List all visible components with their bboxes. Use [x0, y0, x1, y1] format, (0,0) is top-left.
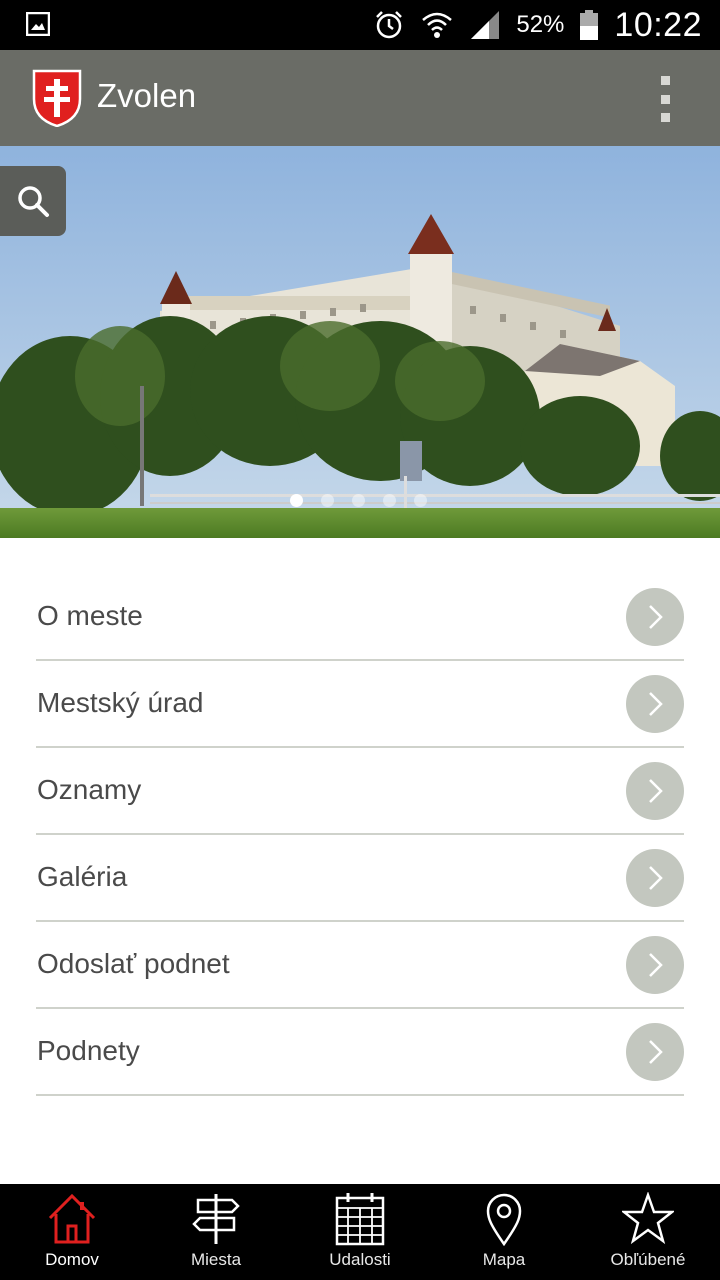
carousel-dot[interactable] [352, 494, 365, 507]
wifi-icon [420, 8, 454, 42]
chevron-right-icon[interactable] [626, 936, 684, 994]
image-notification-icon [26, 12, 50, 36]
app-bar: Zvolen [0, 50, 720, 146]
menu-item-podnety[interactable]: Podnety [36, 1009, 684, 1096]
main-menu-list: O meste Mestský úrad Oznamy Galéria Odos… [36, 574, 684, 1096]
menu-item-o-meste[interactable]: O meste [36, 574, 684, 661]
castle-illustration [0, 146, 720, 538]
menu-item-label: Podnety [37, 1035, 140, 1066]
carousel-dot[interactable] [290, 494, 303, 507]
bottom-navigation: Domov Miesta Udalosti Mapa Obľúbené [0, 1184, 720, 1280]
chevron-right-icon[interactable] [626, 849, 684, 907]
battery-percent: 52% [516, 11, 565, 38]
app-title: Zvolen [97, 77, 197, 114]
tab-label: Mapa [482, 1250, 526, 1269]
menu-item-label: Mestský úrad [37, 687, 204, 718]
map-pin-icon [486, 1193, 522, 1246]
carousel-dot[interactable] [414, 494, 427, 507]
tab-oblubene[interactable]: Obľúbené [576, 1184, 720, 1280]
alarm-icon [372, 8, 406, 42]
menu-item-label: Galéria [37, 861, 128, 892]
hero-image-castle[interactable] [0, 146, 720, 538]
menu-item-label: Odoslať podnet [37, 948, 230, 979]
menu-item-odoslat-podnet[interactable]: Odoslať podnet [36, 922, 684, 1009]
star-icon [622, 1192, 674, 1245]
menu-item-oznamy[interactable]: Oznamy [36, 748, 684, 835]
carousel-dot[interactable] [321, 494, 334, 507]
tab-label: Domov [45, 1250, 99, 1269]
tab-label: Miesta [190, 1250, 242, 1269]
chevron-right-icon[interactable] [626, 762, 684, 820]
tab-domov[interactable]: Domov [0, 1184, 144, 1280]
menu-item-label: Oznamy [37, 774, 142, 805]
clock: 10:22 [614, 5, 702, 44]
signal-icon [468, 8, 502, 42]
search-button[interactable] [0, 166, 66, 236]
signpost-icon [192, 1194, 240, 1244]
menu-item-galeria[interactable]: Galéria [36, 835, 684, 922]
menu-item-mestsky-urad[interactable]: Mestský úrad [36, 661, 684, 748]
chevron-right-icon[interactable] [626, 1023, 684, 1081]
carousel-indicator [290, 494, 427, 507]
tab-label: Obľúbené [610, 1250, 686, 1269]
menu-item-label: O meste [37, 600, 143, 631]
tab-udalosti[interactable]: Udalosti [288, 1184, 432, 1280]
coat-of-arms-icon [32, 69, 82, 127]
tab-mapa[interactable]: Mapa [432, 1184, 576, 1280]
home-icon [48, 1193, 96, 1244]
search-icon [18, 186, 49, 217]
chevron-right-icon[interactable] [626, 588, 684, 646]
carousel-dot[interactable] [383, 494, 396, 507]
battery-icon [578, 8, 600, 42]
tab-miesta[interactable]: Miesta [144, 1184, 288, 1280]
chevron-right-icon[interactable] [626, 675, 684, 733]
status-bar: 52% 10:22 [0, 0, 720, 50]
tab-label: Udalosti [329, 1250, 391, 1269]
overflow-menu-icon[interactable] [650, 76, 680, 122]
calendar-icon [335, 1193, 385, 1246]
